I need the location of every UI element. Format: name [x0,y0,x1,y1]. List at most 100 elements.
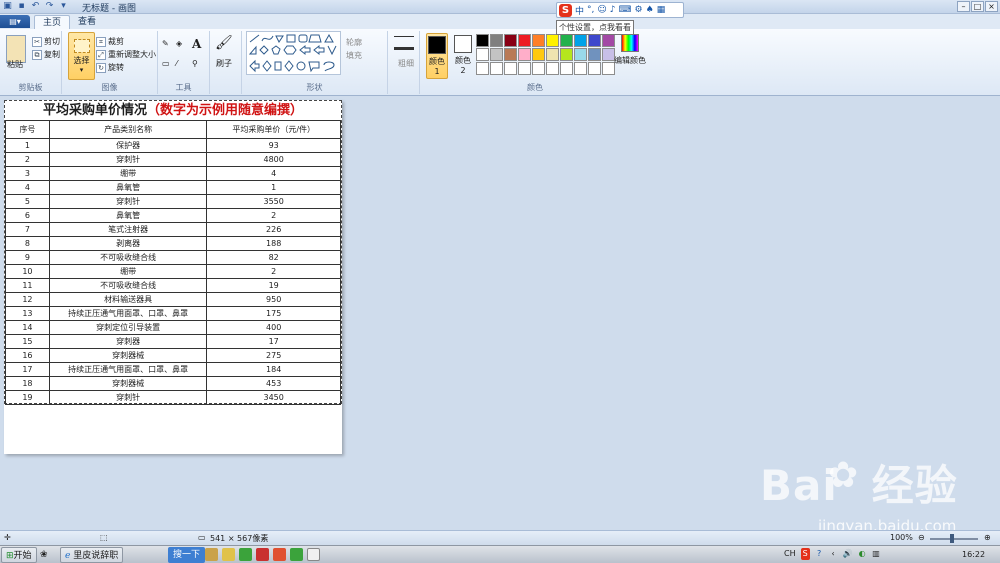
palette-swatch[interactable] [490,48,503,61]
undo-icon[interactable]: ↶ [30,1,41,12]
paint-app-icon[interactable]: ▣ [2,1,13,12]
media-icon[interactable] [222,548,235,561]
rotate-icon: ↻ [96,62,106,73]
taskbar-browser-item[interactable]: ℯ 里皮说辞职 [60,547,124,563]
palette-swatch[interactable] [518,48,531,61]
palette-swatch[interactable] [546,48,559,61]
cell-category: 保护器 [48,138,208,153]
punctuation-icon[interactable]: °, [587,5,594,15]
tab-view[interactable]: 查看 [70,15,104,29]
microphone-icon[interactable]: ♪ [610,5,616,15]
emoji-icon[interactable]: ☺ [597,5,606,15]
close-button[interactable]: × [985,1,998,12]
tray-expand-icon[interactable]: ‹ [829,548,838,560]
palette-swatch[interactable] [490,34,503,47]
cell-price: 3450 [206,390,341,405]
palette-swatch[interactable] [504,62,517,75]
zoom-slider-handle[interactable] [950,534,954,543]
palette-swatch[interactable] [504,34,517,47]
paste-button[interactable]: 粘贴 [7,59,23,70]
sogou-app-icon[interactable] [273,548,286,561]
cut-button[interactable]: ✂ 剪切 [32,36,60,47]
copy-button[interactable]: ⧉ 复制 [32,49,60,60]
palette-swatch[interactable] [518,34,531,47]
palette-swatch[interactable] [476,62,489,75]
tab-home[interactable]: 主页 [34,15,71,29]
edit-colors-button[interactable]: 编辑颜色 [613,34,647,66]
tray-sogou-icon[interactable]: S [800,548,810,560]
minimize-button[interactable]: – [957,1,970,12]
palette-swatch[interactable] [518,62,531,75]
taskbar-search-button[interactable]: 搜一下 [168,547,206,563]
sogou-logo-icon[interactable]: S [559,3,572,17]
palette-swatch[interactable] [588,34,601,47]
network-icon[interactable]: ▥ [872,548,881,560]
pencil-icon[interactable]: ✎ [162,39,169,48]
wechat-icon[interactable] [290,548,303,561]
zoom-in-button[interactable]: ⊕ [984,533,991,542]
palette-swatch[interactable] [546,34,559,47]
palette-swatch[interactable] [490,62,503,75]
volume-icon[interactable]: 🔊 [843,548,853,560]
outline-button[interactable]: 轮廓 [346,37,362,48]
ime-mode-toggle[interactable]: 中 [575,4,584,17]
palette-swatch[interactable] [476,48,489,61]
magnifier-icon[interactable]: ⚲ [192,59,198,68]
fill-bucket-icon[interactable]: ◈ [176,39,182,48]
palette-swatch[interactable] [476,34,489,47]
palette-swatch[interactable] [588,62,601,75]
zoom-out-button[interactable]: ⊖ [918,533,925,542]
palette-swatch[interactable] [532,62,545,75]
rotate-button[interactable]: ↻ 旋转 [96,62,124,73]
color1-button[interactable]: 颜色 1 [426,33,448,79]
shapes-gallery[interactable] [246,31,341,75]
fill-button[interactable]: 填充 [346,50,362,61]
customize-toolbar-icon[interactable]: ▾ [58,1,69,12]
help-icon[interactable]: ? [815,548,824,560]
green-app-icon[interactable] [239,548,252,561]
cell-category: 穿刺器 [48,334,208,349]
skin-icon[interactable]: ♠ [646,5,654,15]
resize-button[interactable]: ⤢ 重新调整大小 [96,49,156,60]
palette-swatch[interactable] [560,48,573,61]
size-button[interactable]: 粗细 [398,58,414,69]
quicklaunch-icon[interactable]: ❀ [40,547,48,563]
ime-toolbar[interactable]: S 中 °, ☺ ♪ ⌨ ⚙ ♠ ▦ [556,2,684,18]
palette-swatch[interactable] [504,48,517,61]
tools-icon[interactable]: ⚙ [635,5,643,15]
palette-swatch[interactable] [574,48,587,61]
drawing-canvas[interactable]: 平均采购单价情况（数字为示例用随意编撰） 序号 产品类别名称 平均采购单价（元/… [4,100,342,454]
folder-icon[interactable] [205,548,218,561]
red-app-icon[interactable] [256,548,269,561]
color2-button[interactable]: 颜色 2 [452,33,474,75]
palette-swatch[interactable] [560,62,573,75]
palette-swatch[interactable] [574,62,587,75]
palette-swatch[interactable] [546,62,559,75]
pasted-selection[interactable]: 平均采购单价情况（数字为示例用随意编撰） 序号 产品类别名称 平均采购单价（元/… [4,100,342,405]
zoom-slider[interactable] [930,538,978,540]
cell-index: 10 [5,264,50,279]
language-indicator[interactable]: CH [784,548,796,560]
crop-button[interactable]: ⌗ 裁剪 [96,36,124,47]
paint-taskbar-icon[interactable] [307,548,320,561]
palette-swatch[interactable] [532,34,545,47]
text-tool-icon[interactable]: A [192,37,201,51]
paint-menu-button[interactable]: ▤▾ [0,15,30,28]
select-button[interactable]: 选择 ▾ [68,32,95,80]
menu-grid-icon[interactable]: ▦ [657,5,666,15]
palette-swatch[interactable] [574,34,587,47]
brush-icon[interactable]: 🖌 [215,35,235,55]
save-icon[interactable]: ▪ [16,1,27,12]
security-icon[interactable]: ◐ [858,548,867,560]
redo-icon[interactable]: ↷ [44,1,55,12]
line-width-icon[interactable] [394,36,414,50]
brushes-button[interactable]: 刷子 [216,58,232,69]
palette-swatch[interactable] [532,48,545,61]
maximize-button[interactable]: □ [971,1,984,12]
eraser-icon[interactable]: ▭ [162,59,170,68]
palette-swatch[interactable] [588,48,601,61]
color-picker-icon[interactable]: ⁄ [176,59,177,68]
palette-swatch[interactable] [560,34,573,47]
start-button[interactable]: ⊞开始 [1,547,37,563]
keyboard-icon[interactable]: ⌨ [619,5,632,15]
